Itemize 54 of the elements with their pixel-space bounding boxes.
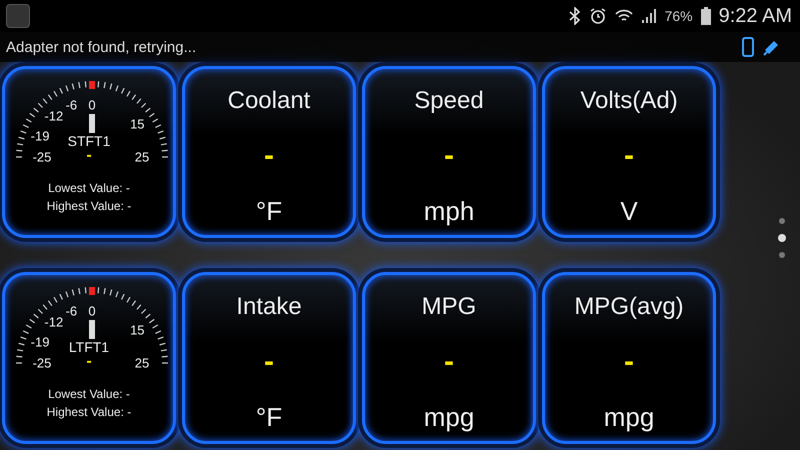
gauge-value: - — [444, 140, 454, 170]
gauge-value: - — [624, 140, 634, 170]
notification-text: Adapter not found, retrying... — [6, 38, 196, 56]
dial-tick-label: 15 — [130, 116, 145, 132]
gauge-unit: °F — [256, 402, 282, 433]
dial-tick-label: -19 — [30, 334, 50, 350]
dial-tick-label: 25 — [134, 356, 150, 370]
phone-icon — [742, 37, 754, 57]
app-icon — [6, 4, 30, 28]
gauge-value: - — [444, 346, 454, 376]
dial-label: LTFT1 — [68, 339, 110, 355]
lowest-value: Lowest Value: - — [48, 181, 130, 195]
gauge-unit: mpg — [604, 402, 654, 433]
dial-value: - — [86, 147, 92, 165]
dial-tick-label: 25 — [134, 150, 150, 164]
page-indicator-dot[interactable] — [779, 252, 785, 258]
gauge-title: MPG(avg) — [574, 293, 684, 321]
battery-icon — [700, 7, 711, 25]
dial-tick-label: 0 — [88, 304, 96, 318]
dial-value: - — [86, 353, 92, 371]
clock: 9:22 AM — [718, 4, 792, 28]
gauge-unit: V — [620, 196, 638, 227]
gauge-title: Coolant — [228, 87, 310, 115]
gauge-title: MPG — [422, 293, 476, 321]
dial-tick-label: -12 — [44, 108, 64, 124]
dial-tick-label: -6 — [66, 97, 78, 112]
highest-value: Highest Value: - — [46, 405, 132, 419]
battery-percent: 76% — [664, 8, 693, 24]
gauge-unit: mpg — [424, 402, 474, 433]
dial-tick-label: -12 — [44, 314, 64, 330]
gauge-title: Speed — [414, 87, 484, 115]
dial-tick-label: -19 — [30, 128, 50, 144]
page-indicator-dot[interactable] — [778, 234, 786, 242]
alarm-icon — [588, 7, 607, 25]
dial-tick-label: -6 — [66, 303, 78, 318]
highest-value: Highest Value: - — [46, 199, 132, 213]
signal-icon — [640, 8, 657, 24]
gauge-value: - — [264, 346, 274, 376]
page-indicator-dot[interactable] — [779, 218, 785, 224]
dial-tick-label: -25 — [32, 150, 52, 164]
dial-tick-label: -25 — [32, 356, 52, 370]
gauge-value: - — [624, 346, 634, 376]
gauge-title: Volts(Ad) — [580, 87, 678, 115]
dial-tick-label: 15 — [130, 322, 145, 338]
lowest-value: Lowest Value: - — [48, 387, 130, 401]
needle-icon — [89, 287, 95, 339]
gauge-value: - — [264, 140, 274, 170]
gauge-title: Intake — [236, 293, 302, 321]
dial-label: STFT1 — [68, 133, 110, 149]
needle-icon — [89, 81, 95, 133]
gauge-unit: °F — [256, 196, 282, 227]
bluetooth-icon — [568, 7, 581, 25]
gauge-unit: mph — [424, 196, 474, 227]
dial-tick-label: 0 — [88, 98, 96, 112]
